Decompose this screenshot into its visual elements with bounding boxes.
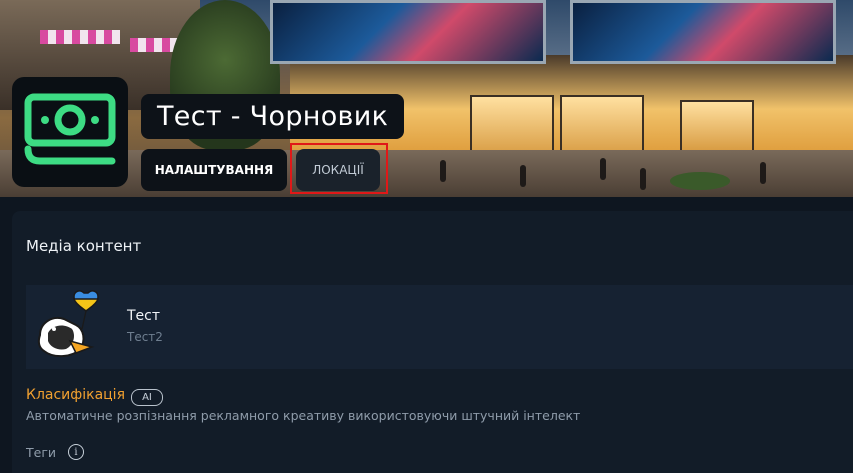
- banner-person: [440, 160, 446, 182]
- tags-label: Теги: [26, 445, 57, 460]
- banner-window: [680, 100, 754, 154]
- page-title: Тест - Чорновик: [141, 94, 405, 139]
- banner-person: [760, 162, 766, 184]
- banner-planter: [670, 172, 730, 190]
- duck-with-balloon-icon: [37, 290, 100, 357]
- banner-person: [640, 168, 646, 190]
- banner-person: [600, 158, 606, 180]
- banner-person: [520, 165, 526, 187]
- media-item-subtitle: Тест2: [127, 330, 163, 344]
- banner-awning: [40, 30, 120, 44]
- money-bill-icon: [24, 93, 116, 165]
- classification-description: Автоматичне розпізнання рекламного креат…: [26, 408, 581, 423]
- tab-settings[interactable]: НАЛАШТУВАННЯ: [141, 149, 287, 191]
- banner-screen: [570, 0, 836, 64]
- media-item-name: Тест: [127, 308, 161, 324]
- banner-screen: [270, 0, 546, 64]
- ai-badge: AI: [131, 389, 163, 406]
- media-item[interactable]: [26, 285, 853, 369]
- media-section-title: Медіа контент: [26, 237, 142, 255]
- info-icon[interactable]: i: [68, 444, 84, 460]
- classification-title: Класифікація: [26, 387, 125, 403]
- highlight-annotation: [290, 143, 388, 194]
- campaign-logo: [12, 77, 128, 187]
